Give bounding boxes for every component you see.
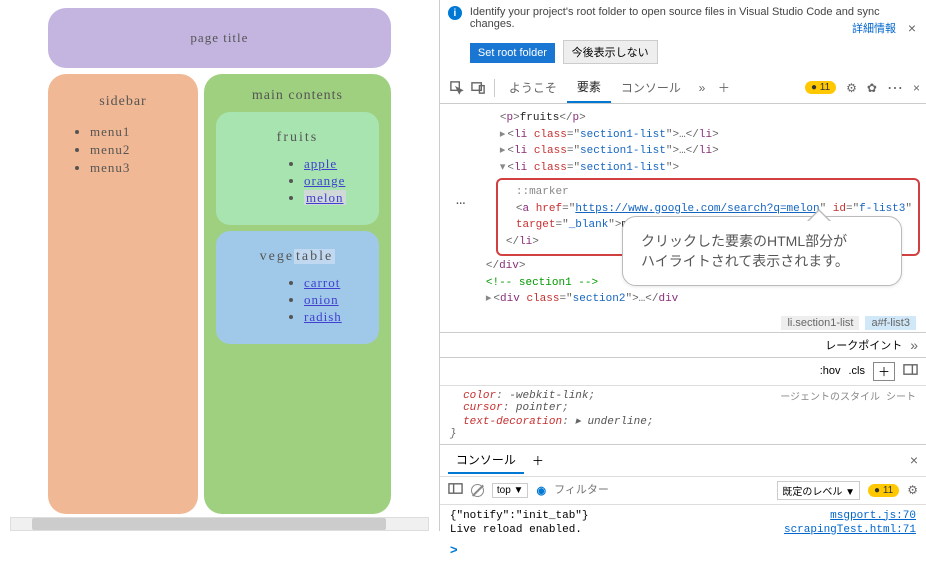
styles-subtab-bar: レークポイント » [440,332,926,358]
devtools-panel: i Identify your project's root folder to… [439,0,926,531]
horizontal-scrollbar[interactable] [10,517,429,531]
console-line: Live reload enabled. scrapingTest.html:7… [450,523,916,537]
console-toolbar: top ▼ ◉ 既定のレベル ▼ ● 11 ⚙ [440,477,926,505]
feedback-icon[interactable]: ✿ [867,81,877,95]
tab-welcome[interactable]: ようこそ [499,73,567,102]
callout-text: ハイライトされて表示されます。 [641,251,883,271]
fruit-link-orange[interactable]: orange [304,173,345,188]
issues-badge[interactable]: ● 11 [868,484,899,497]
more-tabs-chevron-icon[interactable]: » [691,73,713,103]
set-root-folder-button[interactable]: Set root folder [470,43,555,63]
device-toggle-icon[interactable] [468,73,490,103]
section-fruits: fruits apple orange melon [216,112,379,225]
tab-console[interactable]: コンソール [611,73,691,102]
console-output: {"notify":"init_tab"} msgport.js:70 Live… [440,505,926,541]
annotation-callout: クリックした要素のHTML部分が ハイライトされて表示されます。 [622,216,902,286]
veg-link-radish[interactable]: radish [304,309,342,324]
log-level-selector[interactable]: 既定のレベル ▼ [777,481,860,500]
sidebar-toggle-icon[interactable] [903,362,918,380]
settings-gear-icon[interactable]: ⚙ [846,81,857,95]
page-title: page title [48,8,391,68]
console-source-link[interactable]: msgport.js:70 [830,510,916,522]
sidebar-item: menu3 [90,160,180,176]
cls-toggle[interactable]: .cls [848,365,865,377]
add-tab-icon[interactable]: ＋ [524,452,552,469]
issues-badge[interactable]: ● 11 [805,81,836,94]
list-item: onion [304,292,361,308]
list-item: orange [304,173,361,189]
add-tab-icon[interactable]: ＋ [713,73,735,103]
inspect-icon[interactable] [446,73,468,103]
context-selector[interactable]: top ▼ [492,483,529,498]
rendered-page-preview: page title sidebar menu1 menu2 menu3 mai… [0,0,439,531]
callout-text: クリックした要素のHTML部分が [641,231,883,251]
info-icon: i [448,6,462,20]
console-sidebar-toggle-icon[interactable] [448,481,463,499]
console-prompt[interactable]: > [440,541,926,560]
chevron-right-icon[interactable]: » [910,337,918,353]
new-style-rule-icon[interactable]: ＋ [873,362,895,381]
clear-console-icon[interactable] [471,484,484,497]
console-line: {"notify":"init_tab"} msgport.js:70 [450,509,916,523]
fruit-link-melon[interactable]: melon [304,190,346,205]
devtools-tab-header: ようこそ 要素 コンソール » ＋ ● 11 ⚙ ✿ ⋯ × [440,72,926,104]
breadcrumb-item[interactable]: li.section1-list [781,316,859,330]
console-settings-gear-icon[interactable]: ⚙ [907,483,918,497]
console-tab[interactable]: コンソール [448,447,524,474]
more-menu-icon[interactable]: ⋯ [887,78,903,98]
tab-elements[interactable]: 要素 [567,72,611,103]
info-text: Identify your project's root folder to o… [470,6,918,30]
sidebar-item: menu2 [90,142,180,158]
list-item: radish [304,309,361,325]
veg-link-onion[interactable]: onion [304,292,339,307]
section-vegetable: vegetable carrot onion radish [216,231,379,344]
breadcrumb-item[interactable]: a#f-list3 [865,316,916,330]
console-filter-input[interactable] [554,484,634,496]
sidebar-heading: sidebar [66,94,180,110]
main-heading: main contents [216,88,379,104]
stylesheet-source-note: ージェントのスタイル シート [780,388,916,404]
styles-css-block[interactable]: ージェントのスタイル シート color: -webkit-link; curs… [440,386,926,444]
sidebar-item: menu1 [90,124,180,140]
main-contents: main contents fruits apple orange melon … [204,74,391,514]
section-title: vegetable [234,249,361,265]
hide-forever-button[interactable]: 今後表示しない [563,40,658,64]
list-item: carrot [304,275,361,291]
veg-link-carrot[interactable]: carrot [304,275,340,290]
list-item: apple [304,156,361,172]
hov-toggle[interactable]: :hov [820,365,841,377]
list-item: melon [304,190,361,206]
console-source-link[interactable]: scrapingTest.html:71 [784,524,916,536]
close-drawer-icon[interactable]: × [910,452,918,468]
info-detail-link[interactable]: 詳細情報 [852,20,896,36]
styles-breakpoints-label: レークポイント [825,337,902,353]
section-title: fruits [234,130,361,146]
sidebar: sidebar menu1 menu2 menu3 [48,74,198,514]
close-icon[interactable]: × [908,20,916,36]
fruit-link-apple[interactable]: apple [304,156,337,171]
console-drawer-header: コンソール ＋ × [440,444,926,477]
styles-tools: :hov .cls ＋ [440,358,926,386]
eye-icon[interactable]: ◉ [536,484,546,497]
dom-breadcrumb[interactable]: li.section1-list a#f-list3 [440,314,926,332]
close-devtools-icon[interactable]: × [913,81,920,95]
info-bar: i Identify your project's root folder to… [440,0,926,36]
